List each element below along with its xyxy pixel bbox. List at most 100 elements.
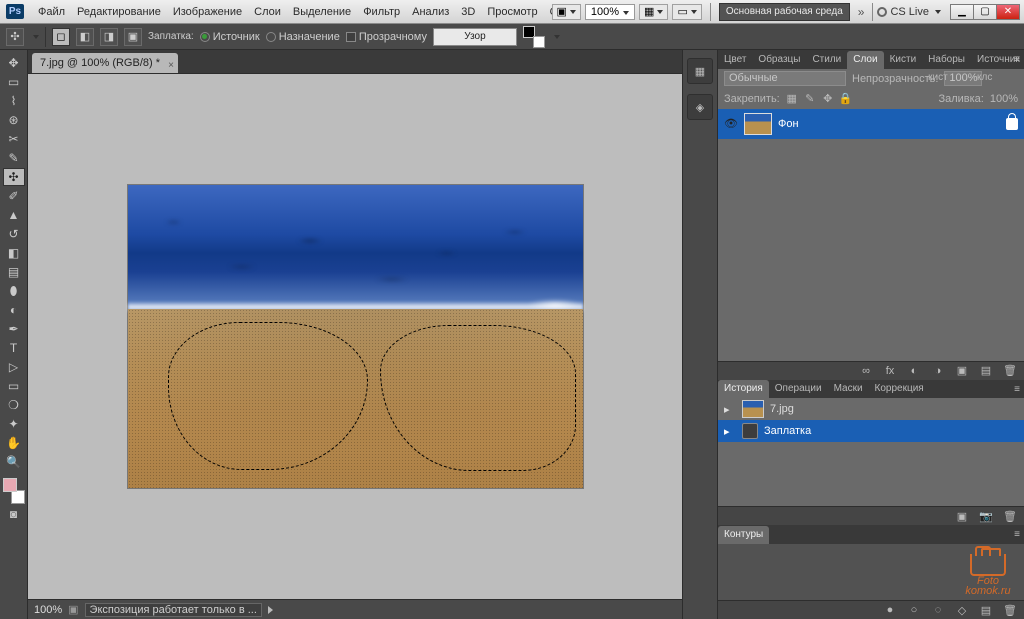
window-close-button[interactable]: ✕ — [996, 4, 1020, 20]
new-snapshot-button[interactable]: 📷 — [978, 509, 994, 523]
zoom-tool[interactable]: 🔍 — [3, 453, 25, 471]
tab-actions[interactable]: Операции — [769, 380, 828, 398]
tab-adjustments[interactable]: Коррекция — [869, 380, 930, 398]
view-extras-button[interactable]: ▦ — [639, 4, 668, 20]
quick-mask-button[interactable]: ◙ — [3, 505, 25, 523]
layer-name[interactable]: Фон — [778, 118, 799, 130]
path-to-selection-button[interactable]: ◌ — [930, 603, 946, 617]
new-path-button[interactable]: ▤ — [978, 603, 994, 617]
selection-to-path-button[interactable]: ◇ — [954, 603, 970, 617]
new-layer-button[interactable]: ▤ — [978, 364, 994, 378]
delete-state-button[interactable]: 🗑 — [1002, 509, 1018, 523]
selection-intersect-button[interactable]: ▣ — [124, 28, 142, 46]
paths-panel-menu-button[interactable]: ≡ — [1014, 529, 1020, 540]
history-brush-source-icon[interactable]: ▸ — [724, 403, 736, 416]
lock-all-button[interactable]: 🔒 — [840, 93, 852, 105]
blend-mode-dropdown[interactable]: Обычные — [724, 71, 846, 86]
tab-brushes[interactable]: Кисти — [884, 51, 923, 69]
move-tool[interactable]: ✥ — [3, 54, 25, 72]
blur-tool[interactable]: ⬮ — [3, 282, 25, 300]
brush-tool[interactable]: ✐ — [3, 187, 25, 205]
layer-visibility-toggle[interactable]: 👁 — [724, 117, 738, 131]
lock-brush-button[interactable]: ✎ — [804, 93, 816, 105]
crop-tool[interactable]: ✂ — [3, 130, 25, 148]
dodge-tool[interactable]: ◐ — [3, 301, 25, 319]
radio-destination[interactable]: Назначение — [266, 31, 340, 43]
shape-tool[interactable]: ▭ — [3, 377, 25, 395]
menu-file[interactable]: Файл — [32, 6, 71, 18]
window-minimize-button[interactable]: ▁ — [950, 4, 974, 20]
tab-brush-presets[interactable]: Наборы кист — [922, 51, 971, 69]
stamp-tool[interactable]: ▲ — [3, 206, 25, 224]
cslive-button[interactable]: CS Live — [877, 6, 941, 18]
selection-add-button[interactable]: ◧ — [76, 28, 94, 46]
layer-mask-button[interactable]: ◐ — [906, 364, 922, 378]
tab-swatches[interactable]: Образцы — [752, 51, 806, 69]
menu-layers[interactable]: Слои — [248, 6, 287, 18]
history-panel-menu-button[interactable]: ≡ — [1014, 384, 1020, 395]
type-tool[interactable]: T — [3, 339, 25, 357]
menu-3d[interactable]: 3D — [455, 6, 481, 18]
preset-dropdown-icon[interactable] — [33, 35, 39, 39]
tool-preset-button[interactable]: ✣ — [6, 28, 24, 46]
hand-tool[interactable]: ✋ — [3, 434, 25, 452]
eraser-tool[interactable]: ◧ — [3, 244, 25, 262]
adjustment-layer-button[interactable]: ◑ — [930, 364, 946, 378]
layer-group-button[interactable]: ▣ — [954, 364, 970, 378]
screen-mode-button[interactable]: ▭ — [672, 4, 701, 20]
new-doc-from-state-button[interactable]: ▣ — [954, 509, 970, 523]
marquee-tool[interactable]: ▭ — [3, 73, 25, 91]
delete-path-button[interactable]: 🗑 — [1002, 603, 1018, 617]
pen-tool[interactable]: ✒ — [3, 320, 25, 338]
workspace-switcher[interactable]: Основная рабочая среда — [719, 3, 850, 21]
layers-panel-menu-button[interactable]: ≡ — [1014, 54, 1020, 65]
tab-color[interactable]: Цвет — [718, 51, 752, 69]
fill-field[interactable]: 100% — [990, 93, 1018, 105]
history-step-row[interactable]: ▸ Заплатка — [718, 420, 1024, 442]
workspaces-more-button[interactable]: » — [854, 5, 869, 19]
layer-fx-button[interactable]: fx — [882, 364, 898, 378]
color-swatches[interactable] — [3, 478, 25, 504]
menu-image[interactable]: Изображение — [167, 6, 248, 18]
document-canvas[interactable] — [128, 185, 583, 488]
canvas-area[interactable] — [28, 74, 682, 599]
menu-view[interactable]: Просмотр — [481, 6, 543, 18]
tab-layers[interactable]: Слои — [847, 51, 883, 69]
status-info[interactable]: Экспозиция работает только в ... — [85, 603, 262, 617]
stroke-path-button[interactable]: ○ — [906, 603, 922, 617]
menu-select[interactable]: Выделение — [287, 6, 357, 18]
selection-subtract-button[interactable]: ◨ — [100, 28, 118, 46]
close-tab-button[interactable]: × — [168, 56, 174, 76]
pattern-dropdown-icon[interactable] — [554, 35, 560, 39]
patch-tool[interactable]: ✣ — [3, 168, 25, 186]
pattern-swatch[interactable] — [523, 26, 545, 48]
status-zoom[interactable]: 100% — [34, 604, 62, 616]
foreground-color-swatch[interactable] — [3, 478, 17, 492]
lock-position-button[interactable]: ✥ — [822, 93, 834, 105]
path-select-tool[interactable]: ▷ — [3, 358, 25, 376]
check-transparent[interactable]: Прозрачному — [346, 31, 427, 43]
tab-history[interactable]: История — [718, 380, 769, 398]
3d-camera-tool[interactable]: ✦ — [3, 415, 25, 433]
zoom-field[interactable]: 100% — [585, 4, 635, 20]
quick-select-tool[interactable]: ⊛ — [3, 111, 25, 129]
3d-tool[interactable]: ❍ — [3, 396, 25, 414]
history-brush-tool[interactable]: ↺ — [3, 225, 25, 243]
tab-masks[interactable]: Маски — [828, 380, 869, 398]
dock-minibridge-button[interactable]: ▦ — [687, 58, 713, 84]
menu-analysis[interactable]: Анализ — [406, 6, 455, 18]
menu-edit[interactable]: Редактирование — [71, 6, 167, 18]
radio-source[interactable]: Источник — [200, 31, 260, 43]
document-tab[interactable]: 7.jpg @ 100% (RGB/8) * × — [32, 53, 178, 73]
tab-styles[interactable]: Стили — [806, 51, 847, 69]
background-color-swatch[interactable] — [11, 490, 25, 504]
tab-paths[interactable]: Контуры — [718, 526, 769, 544]
selection-new-button[interactable]: ◻ — [52, 28, 70, 46]
lasso-tool[interactable]: ⌇ — [3, 92, 25, 110]
lock-pixels-button[interactable]: ▦ — [786, 93, 798, 105]
pattern-button[interactable]: Узор — [433, 28, 517, 46]
window-maximize-button[interactable]: ▢ — [973, 4, 997, 20]
history-snapshot-row[interactable]: ▸ 7.jpg — [718, 398, 1024, 420]
menu-filter[interactable]: Фильтр — [357, 6, 406, 18]
dock-navigator-button[interactable]: ◈ — [687, 94, 713, 120]
